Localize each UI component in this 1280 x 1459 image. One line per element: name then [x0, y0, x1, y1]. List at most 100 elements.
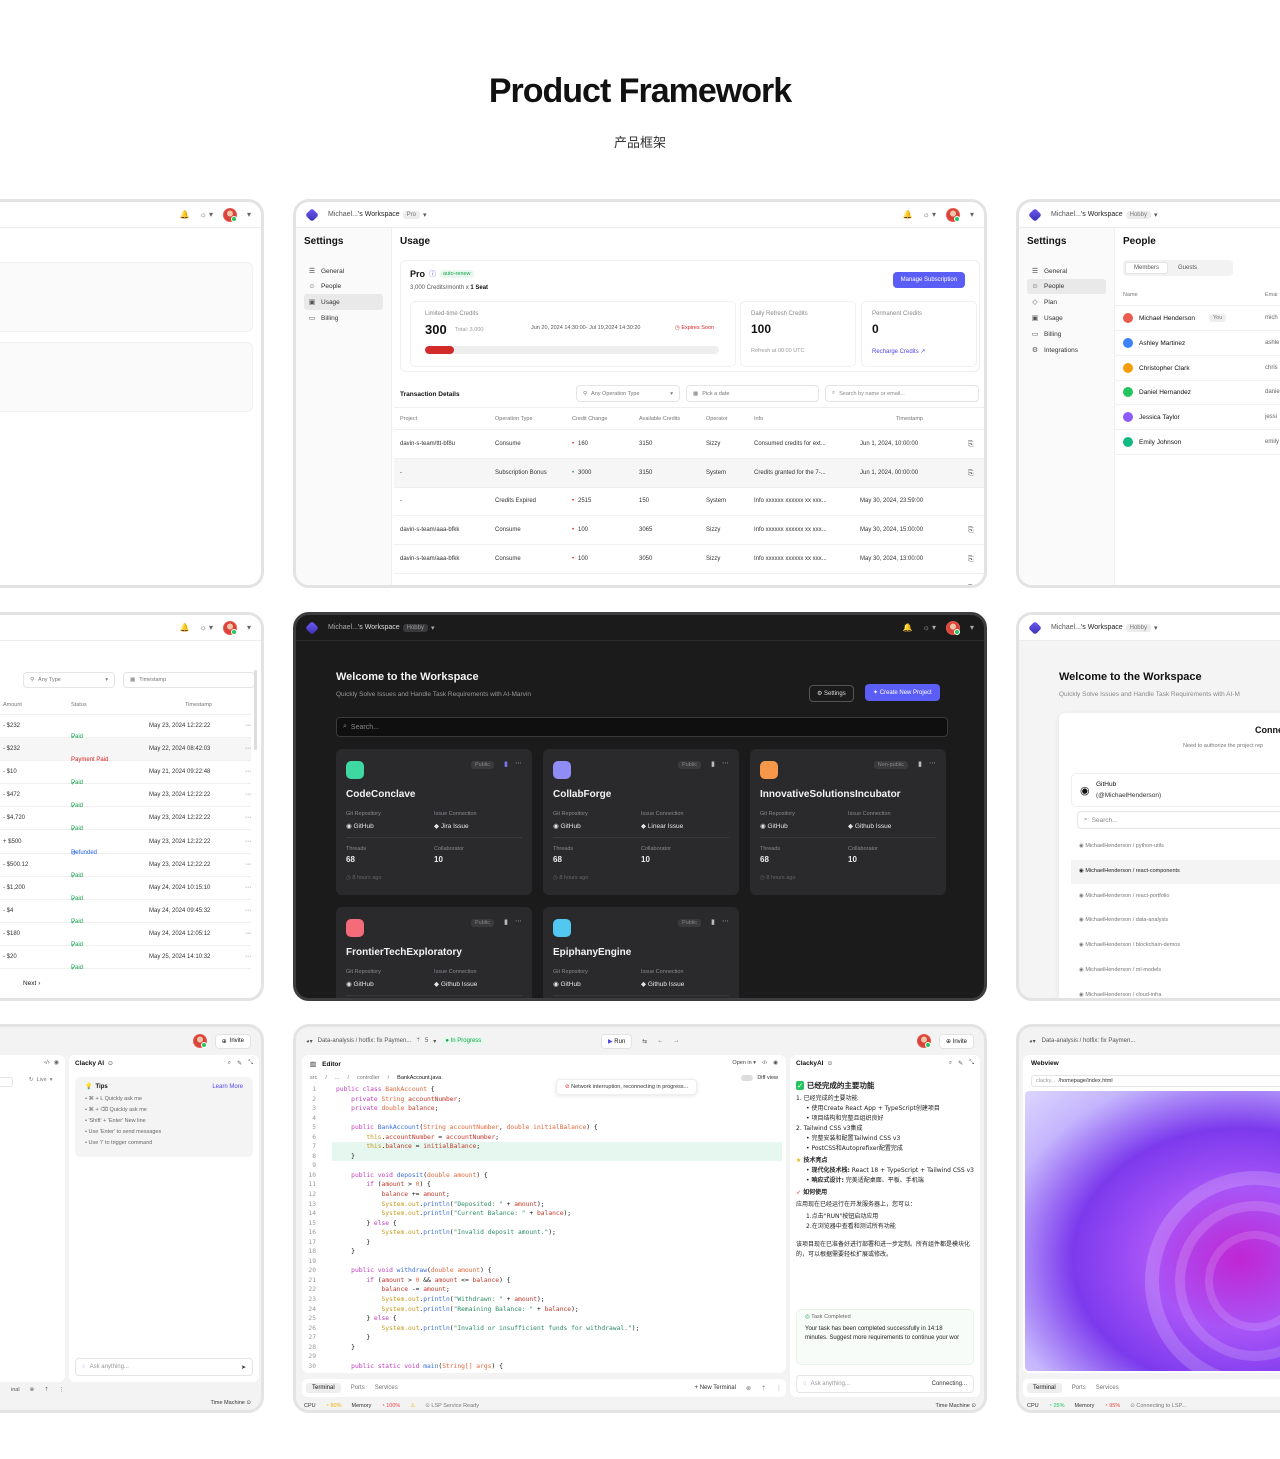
open-in-button[interactable]: Open in ▾: [732, 1060, 756, 1066]
tab-terminal[interactable]: Terminal: [1027, 1383, 1062, 1393]
table-row[interactable]: - $4,720 ✓ Paid May 23, 2024 12:22:22 ⋯: [0, 807, 251, 833]
code-icon[interactable]: ‹/›: [44, 1060, 50, 1066]
tab-services[interactable]: Services: [375, 1385, 398, 1391]
tab-terminal[interactable]: Terminal: [306, 1383, 341, 1393]
table-row[interactable]: - $180 ✓ Paid May 24, 2024 12:05:12 ⋯: [0, 923, 251, 949]
sidebar-item-usage[interactable]: ▣ Usage: [304, 294, 383, 310]
workspace-name[interactable]: Michael...: [1051, 624, 1081, 631]
search-icon[interactable]: ⌕: [228, 1060, 231, 1067]
table-row[interactable]: - $10 ✓ Paid May 21, 2024 09:22:48 ⋯: [0, 761, 251, 787]
sidebar-item-people[interactable]: ☺ People: [1027, 279, 1106, 294]
repo-item[interactable]: ◉ MichaelHenderson / react-components: [1071, 859, 1280, 884]
workspace-name[interactable]: Michael...: [1051, 211, 1081, 218]
more-icon[interactable]: ⋯: [929, 759, 936, 767]
member-row[interactable]: Christopher Clark chris: [1115, 356, 1280, 381]
more-icon[interactable]: ⋯: [245, 930, 251, 937]
chevron-down-icon[interactable]: ▾: [247, 210, 251, 219]
detail-icon[interactable]: ⎘: [968, 470, 974, 478]
more-icon[interactable]: ⋯: [722, 917, 729, 925]
avatar[interactable]: [192, 1034, 207, 1048]
more-icon[interactable]: ⋯: [515, 917, 522, 925]
notification-icon[interactable]: 🔔: [179, 210, 189, 219]
live-toggle[interactable]: ↻ Live ▾: [29, 1077, 52, 1083]
sidebar-item-usage[interactable]: ▣ Usage: [1027, 310, 1106, 326]
tab-ports[interactable]: Ports: [1072, 1385, 1086, 1391]
more-icon[interactable]: ⋮: [776, 1385, 782, 1392]
repo-item[interactable]: ◉ MichaelHenderson / react-portfolio: [1071, 885, 1280, 909]
table-row[interactable]: - $20 ✓ Paid May 25, 2024 14:10:32 ⋯: [0, 946, 251, 972]
search-icon[interactable]: ⌕: [949, 1060, 952, 1067]
manage-subscription-button[interactable]: Manage Subscription: [892, 272, 965, 288]
search-input[interactable]: ⌕ Search by name or email...: [825, 385, 979, 402]
code-icon[interactable]: ‹/›: [762, 1060, 767, 1066]
notification-icon[interactable]: 🔔: [179, 623, 189, 632]
member-row[interactable]: Michael Henderson mich You: [1115, 306, 1280, 331]
more-icon[interactable]: ⋯: [245, 907, 251, 914]
time-machine-button[interactable]: Time Machine ⊙: [211, 1400, 251, 1406]
tab-services[interactable]: Services: [1096, 1385, 1119, 1391]
back-icon[interactable]: ←: [657, 1038, 663, 1044]
more-icon[interactable]: ⋯: [245, 791, 251, 798]
bookmark-icon[interactable]: ▮: [711, 760, 715, 768]
branch-input[interactable]: [0, 1077, 13, 1087]
bookmark-icon[interactable]: ▮: [504, 760, 508, 768]
repo-item[interactable]: ◉ MichaelHenderson / python-utils: [1071, 835, 1280, 859]
expand-icon[interactable]: ⇡: [44, 1387, 49, 1393]
more-icon[interactable]: ⋯: [245, 884, 251, 891]
repo-item[interactable]: ◉ MichaelHenderson / cloud-infra: [1071, 984, 1280, 998]
notification-icon[interactable]: 🔔: [902, 623, 912, 632]
more-icon[interactable]: ⋯: [245, 861, 251, 868]
chevron-down-icon[interactable]: ▾: [431, 624, 435, 632]
table-row[interactable]: - $232! Payment Paid May 22, 2024 08:42:0…: [0, 738, 251, 763]
path-dots[interactable]: ...: [335, 1075, 340, 1081]
path-file[interactable]: BankAccount.java: [397, 1075, 441, 1081]
notification-icon[interactable]: 🔔: [902, 210, 912, 219]
more-icon[interactable]: ⋯: [245, 745, 251, 752]
sidebar-item-integrations[interactable]: ⚙ Integrations: [1027, 342, 1106, 358]
table-row[interactable]: - $4 ✓ Paid May 24, 2024 09:45:32 ⋯: [0, 900, 251, 926]
more-icon[interactable]: ⋯: [245, 722, 251, 729]
table-row[interactable]: Purchase 150 3150 Sizzy Info xxxxxx xxxxxx x…: [394, 574, 984, 586]
detail-icon[interactable]: ⎘: [968, 585, 974, 586]
theme-icon[interactable]: ☼ ▾: [922, 210, 936, 219]
chevron-down-icon[interactable]: ▾: [247, 623, 251, 632]
repo-item[interactable]: ◉ MichaelHenderson / ml-models: [1071, 959, 1280, 983]
close-icon[interactable]: ⊗: [746, 1385, 751, 1392]
sidebar-item-people[interactable]: ☺ People: [304, 279, 383, 294]
chevron-down-icon[interactable]: ▾: [1154, 624, 1158, 632]
chevron-down-icon[interactable]: ▾: [970, 210, 974, 219]
member-row[interactable]: Daniel Hernandez danie: [1115, 380, 1280, 406]
settings-button[interactable]: ⚙ Settings: [809, 685, 854, 702]
scrollbar[interactable]: [254, 670, 257, 750]
date-filter[interactable]: ▦ Pick a date: [686, 385, 819, 402]
avatar[interactable]: [222, 207, 237, 222]
theme-icon[interactable]: ☼ ▾: [199, 210, 213, 219]
bookmark-icon[interactable]: ▮: [711, 918, 715, 926]
table-row[interactable]: - $472 ✓ Paid May 23, 2024 12:22:22 ⋯: [0, 784, 251, 810]
member-row[interactable]: Jessica Taylor jessi: [1115, 405, 1280, 431]
learn-more-link[interactable]: Learn More: [212, 1084, 243, 1090]
breadcrumb[interactable]: Data-analysis / hotfix: fix Paymen...: [1042, 1038, 1136, 1044]
more-icon[interactable]: ⋯: [245, 838, 251, 845]
sidebar-item-general[interactable]: ☰ General: [1027, 263, 1106, 279]
search-input[interactable]: ⌕ Search...: [336, 717, 948, 737]
ask-input[interactable]: ◌ Ask anything... Connecting...: [796, 1375, 974, 1393]
sidebar-item-billing[interactable]: ▭ Billing: [304, 310, 383, 326]
bookmark-icon[interactable]: ▮: [918, 760, 922, 768]
chevron-down-icon[interactable]: ▾: [970, 623, 974, 632]
project-card[interactable]: Public ▮ ⋯ CollabForge Git Repository Issue C…: [543, 749, 739, 895]
table-row[interactable]: - Credits Expired 2515 150 System Info xxxxxx…: [394, 487, 984, 517]
code-content[interactable]: public class BankAccount { private Strin…: [336, 1085, 639, 1371]
path-src[interactable]: src: [310, 1075, 317, 1081]
table-row[interactable]: davin-s-team/aaa-bfkk Consume 100 3050 Sizzy…: [394, 545, 984, 574]
next-button[interactable]: Next ›: [23, 980, 40, 987]
detail-icon[interactable]: ⎘: [968, 527, 974, 535]
app-menu-icon[interactable]: ◕▾: [1029, 1038, 1036, 1045]
expand-icon[interactable]: ⇡: [761, 1385, 766, 1392]
detail-icon[interactable]: ⎘: [968, 556, 974, 564]
time-machine-button[interactable]: Time Machine ⊙: [936, 1403, 976, 1409]
repo-item[interactable]: ◉ MichaelHenderson / data-analysis: [1071, 909, 1280, 933]
table-row[interactable]: davin-s-team/ttt-bf8u Consume 160 3150 Sizzy…: [394, 430, 984, 459]
avatar[interactable]: [222, 620, 237, 635]
tab-ports[interactable]: Ports: [351, 1385, 365, 1391]
